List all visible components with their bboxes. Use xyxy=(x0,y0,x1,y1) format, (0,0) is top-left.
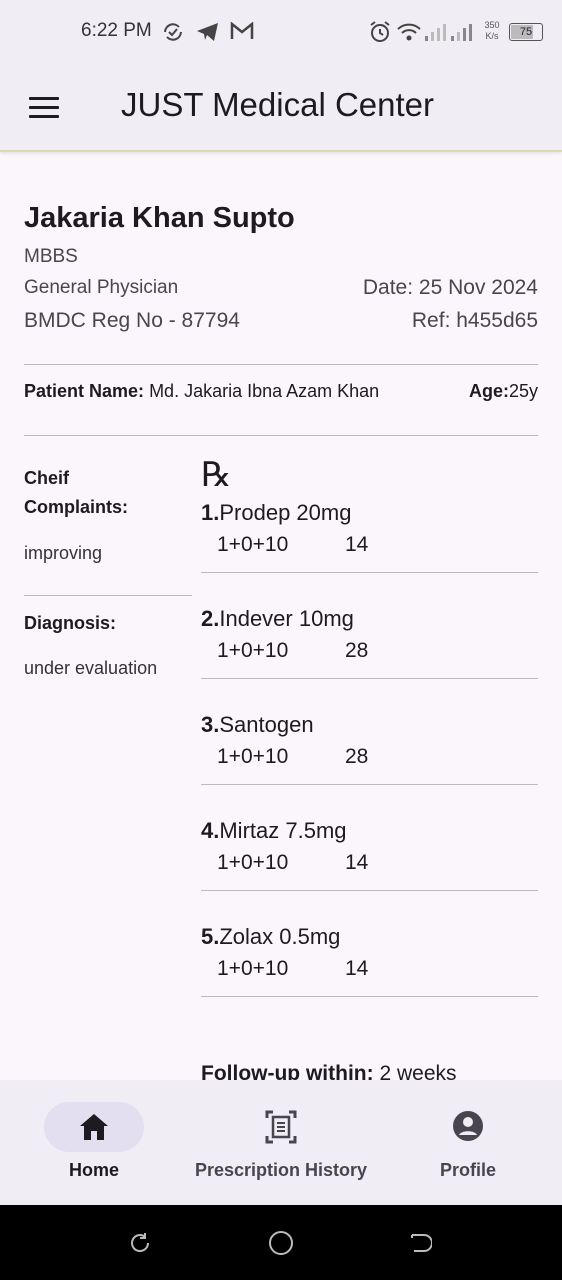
battery-icon: 75 xyxy=(509,23,543,41)
recents-icon[interactable] xyxy=(128,1231,152,1255)
complaints-value: improving xyxy=(24,543,103,563)
doctor-degree: MBBS xyxy=(24,246,78,267)
net-speed-unit: K/s xyxy=(485,31,499,41)
doctor-name: Jakaria Khan Supto xyxy=(24,202,295,234)
status-bar: 6:22 PM 350 K/s 75 xyxy=(0,0,562,64)
document-scan-icon xyxy=(265,1110,297,1144)
account-circle-icon xyxy=(453,1111,483,1141)
divider xyxy=(201,678,538,679)
diagnosis-value: under evaluation xyxy=(24,658,158,678)
medicine-dose: 1+0+10 xyxy=(217,533,289,556)
nav-profile-label: Profile xyxy=(439,1160,496,1180)
bottom-nav: Home Prescription History Profile xyxy=(0,1080,562,1205)
follow-up-row: Follow-up within: 2 weeks xyxy=(201,1062,457,1080)
complaints-label-1: Cheif xyxy=(24,468,69,488)
wifi-icon xyxy=(397,23,421,41)
divider xyxy=(24,595,192,596)
prescription-content[interactable]: Jakaria Khan Supto MBBS General Physicia… xyxy=(0,152,562,1080)
medicine-dose: 1+0+10 xyxy=(217,745,289,768)
nav-prescription-history-label: Prescription History xyxy=(194,1160,368,1180)
telegram-icon xyxy=(197,23,218,41)
medicine-qty: 14 xyxy=(345,533,369,556)
medicine-name: Prodep 20mg xyxy=(219,500,352,525)
divider xyxy=(201,890,538,891)
medicine-number: 5. xyxy=(201,924,220,949)
medicine-number: 4. xyxy=(201,818,220,843)
medicine-qty: 14 xyxy=(345,851,369,874)
medicine-name-row: 1.Prodep 20mg xyxy=(201,500,351,526)
diagnosis-label: Diagnosis: xyxy=(24,613,117,633)
prescription-ref: Ref: h455d65 xyxy=(411,309,538,332)
gmail-icon xyxy=(230,22,254,39)
net-speed-value: 350 xyxy=(484,20,500,30)
home-button-icon[interactable] xyxy=(268,1230,294,1256)
medicine-name-row: 5.Zolax 0.5mg xyxy=(201,924,340,950)
app-bar: JUST Medical Center xyxy=(0,64,562,152)
divider xyxy=(24,435,538,436)
medicine-number: 1. xyxy=(201,500,220,525)
nav-home-label: Home xyxy=(68,1160,119,1180)
medicine-number: 2. xyxy=(201,606,220,631)
patient-name-row: Patient Name: Md. Jakaria Ibna Azam Khan xyxy=(24,381,379,402)
menu-icon[interactable] xyxy=(29,97,59,119)
doctor-specialty: General Physician xyxy=(24,277,179,298)
home-icon xyxy=(80,1114,108,1140)
net-speed: 350 K/s xyxy=(482,20,502,42)
signal-icon xyxy=(425,24,446,41)
complaints-label-2: Complaints: xyxy=(24,497,129,517)
sync-check-icon xyxy=(164,23,182,41)
medicine-number: 3. xyxy=(201,712,220,737)
patient-name-label: Patient Name: xyxy=(24,381,145,401)
patient-age-value: 25y xyxy=(508,381,538,401)
medicine-name: Zolax 0.5mg xyxy=(219,924,341,949)
nav-profile[interactable]: Profile xyxy=(374,1080,562,1205)
medicine-name: Indever 10mg xyxy=(219,606,354,631)
medicine-name-row: 4.Mirtaz 7.5mg xyxy=(201,818,347,844)
prescription-date: Date: 25 Nov 2024 xyxy=(362,276,538,299)
status-time: 6:22 PM xyxy=(81,20,152,41)
medicine-qty: 28 xyxy=(345,745,369,768)
nav-prescription-history[interactable]: Prescription History xyxy=(188,1080,374,1205)
divider xyxy=(201,572,538,573)
app-title: JUST Medical Center xyxy=(121,86,435,123)
back-icon[interactable] xyxy=(408,1231,432,1255)
system-nav-bar xyxy=(0,1205,562,1280)
medicine-name-row: 3.Santogen xyxy=(201,712,314,738)
divider xyxy=(24,364,538,365)
divider xyxy=(201,996,538,997)
follow-up-value: 2 weeks xyxy=(379,1062,457,1080)
medicine-name: Mirtaz 7.5mg xyxy=(219,818,347,843)
medicine-name-row: 2.Indever 10mg xyxy=(201,606,354,632)
follow-up-label: Follow-up within: xyxy=(201,1062,374,1080)
doctor-reg: BMDC Reg No - 87794 xyxy=(24,309,240,332)
signal-icon-2 xyxy=(451,24,472,41)
patient-name-value: Md. Jakaria Ibna Azam Khan xyxy=(149,381,380,401)
medicine-dose: 1+0+10 xyxy=(217,957,289,980)
battery-level: 75 xyxy=(519,26,533,38)
medicine-qty: 28 xyxy=(345,639,369,662)
medicine-dose: 1+0+10 xyxy=(217,851,289,874)
divider xyxy=(201,784,538,785)
rx-symbol: ℞ xyxy=(201,455,232,495)
medicine-qty: 14 xyxy=(345,957,369,980)
medicine-dose: 1+0+10 xyxy=(217,639,289,662)
patient-age-row: Age:25y xyxy=(469,381,538,402)
medicine-name: Santogen xyxy=(219,712,314,737)
patient-age-label: Age: xyxy=(468,381,509,401)
alarm-icon xyxy=(370,21,390,42)
nav-home[interactable]: Home xyxy=(0,1080,188,1205)
